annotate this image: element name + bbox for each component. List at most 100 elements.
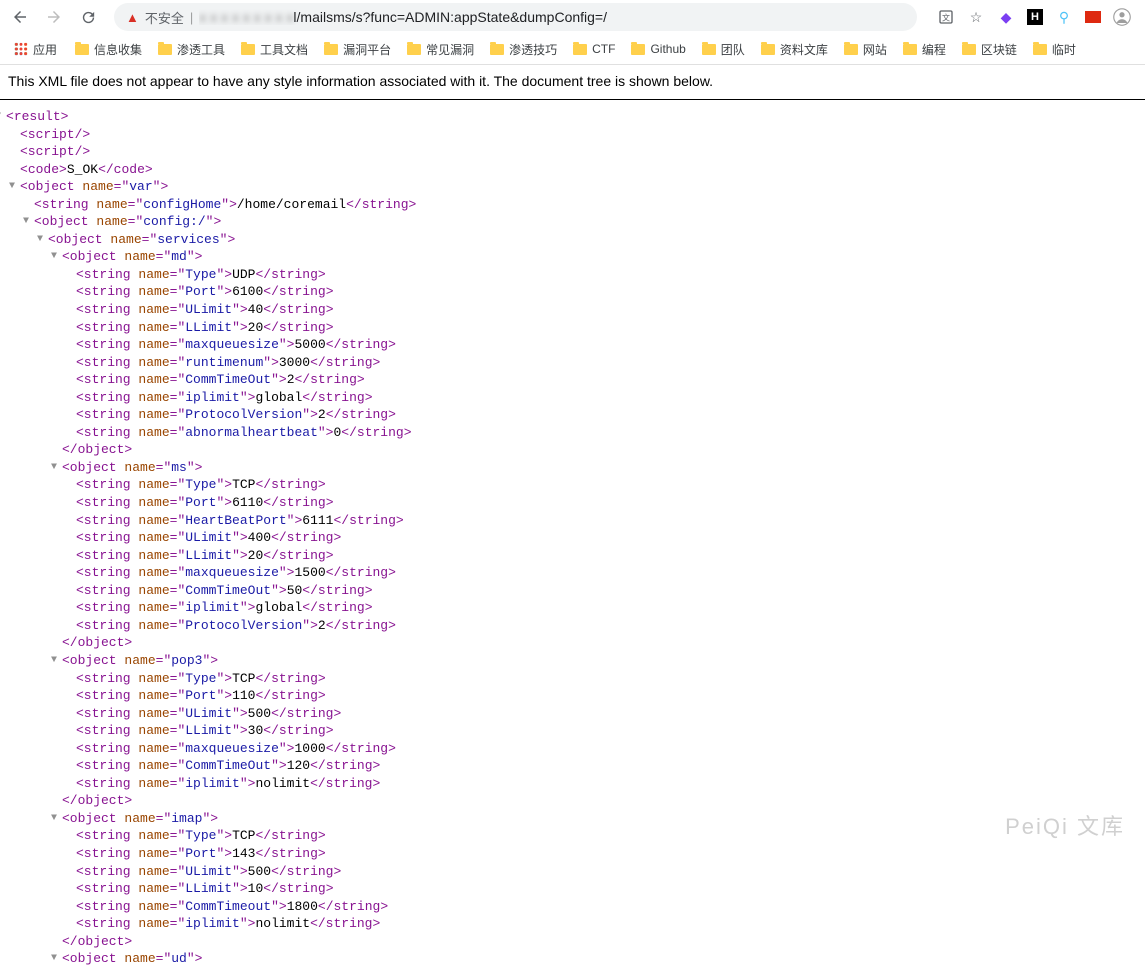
bookmark-folder[interactable]: 工具文档 bbox=[233, 37, 316, 62]
toggle-icon[interactable]: ▼ bbox=[0, 110, 1, 124]
bookmark-label: CTF bbox=[592, 42, 615, 56]
xml-string: <string name="CommTimeout">1800</string> bbox=[76, 898, 1145, 916]
xml-string: <string name="LLimit">20</string> bbox=[76, 547, 1145, 565]
xml-string: <string name="CommTimeOut">2</string> bbox=[76, 371, 1145, 389]
folder-icon bbox=[903, 44, 917, 55]
xml-string: <string name="iplimit">global</string> bbox=[76, 389, 1145, 407]
xml-string: <string name="Port">110</string> bbox=[76, 687, 1145, 705]
xml-object: ▼<object name="imap"><string name="Type"… bbox=[62, 810, 1145, 950]
xml-string: <string name="Type">TCP</string> bbox=[76, 476, 1145, 494]
bookmark-folder[interactable]: 临时 bbox=[1025, 37, 1084, 62]
bookmark-folder[interactable]: CTF bbox=[565, 37, 623, 62]
xml-object: ▼<object name="ud"> bbox=[62, 950, 1145, 968]
apps-icon bbox=[14, 42, 28, 56]
avatar-icon[interactable] bbox=[1113, 8, 1131, 26]
xml-string: <string name="iplimit">nolimit</string> bbox=[76, 775, 1145, 793]
xml-notice: This XML file does not appear to have an… bbox=[0, 65, 1145, 100]
bookmark-label: 渗透工具 bbox=[177, 41, 225, 58]
watermark: PeiQi 文库 bbox=[1005, 809, 1125, 841]
toggle-icon[interactable]: ▼ bbox=[9, 180, 15, 194]
bookmark-folder[interactable]: 区块链 bbox=[954, 37, 1025, 62]
ext-purple-icon[interactable]: ◆ bbox=[997, 8, 1015, 26]
xml-string: <string name="iplimit">global</string> bbox=[76, 599, 1145, 617]
folder-icon bbox=[324, 44, 338, 55]
xml-string: <string name="maxqueuesize">1500</string… bbox=[76, 564, 1145, 582]
xml-string: <string name="runtimenum">3000</string> bbox=[76, 354, 1145, 372]
bookmark-label: Github bbox=[650, 42, 685, 56]
bookmark-label: 团队 bbox=[721, 41, 745, 58]
toggle-icon[interactable]: ▼ bbox=[51, 461, 57, 475]
xml-string: <string name="Type">TCP</string> bbox=[76, 827, 1145, 845]
apps-button[interactable]: 应用 bbox=[6, 37, 65, 62]
folder-icon bbox=[631, 44, 645, 55]
bookmark-folder[interactable]: 渗透技巧 bbox=[482, 37, 565, 62]
ext-key-icon[interactable]: ⚲ bbox=[1055, 8, 1073, 26]
xml-string: <string name="LLimit">20</string> bbox=[76, 319, 1145, 337]
xml-string: <string name="maxqueuesize">5000</string… bbox=[76, 336, 1145, 354]
extension-icons: 文 ☆ ◆ H ⚲ bbox=[929, 8, 1139, 26]
folder-icon bbox=[573, 44, 587, 55]
bookmark-label: 网站 bbox=[863, 41, 887, 58]
url-text: x x x x x x x x xl/mailsms/s?func=ADMIN:… bbox=[199, 9, 607, 25]
ext-flag-icon[interactable] bbox=[1085, 11, 1101, 23]
folder-icon bbox=[241, 44, 255, 55]
bookmark-label: 信息收集 bbox=[94, 41, 142, 58]
toggle-icon[interactable]: ▼ bbox=[37, 233, 43, 247]
toggle-icon[interactable]: ▼ bbox=[51, 952, 57, 966]
star-icon[interactable]: ☆ bbox=[967, 8, 985, 26]
xml-string: <string name="Type">UDP</string> bbox=[76, 266, 1145, 284]
bookmark-folder[interactable]: 网站 bbox=[836, 37, 895, 62]
xml-string: <string name="CommTimeOut">50</string> bbox=[76, 582, 1145, 600]
bookmark-folder[interactable]: 常见漏洞 bbox=[399, 37, 482, 62]
nav-bar: ▲ 不安全 | x x x x x x x x xl/mailsms/s?fun… bbox=[0, 0, 1145, 34]
browser-chrome: ▲ 不安全 | x x x x x x x x xl/mailsms/s?fun… bbox=[0, 0, 1145, 65]
xml-string: <string name="LLimit">10</string> bbox=[76, 880, 1145, 898]
xml-string: <string name="HeartBeatPort">6111</strin… bbox=[76, 512, 1145, 530]
folder-icon bbox=[407, 44, 421, 55]
bookmark-label: 临时 bbox=[1052, 41, 1076, 58]
xml-string: <string name="abnormalheartbeat">0</stri… bbox=[76, 424, 1145, 442]
ext-h-icon[interactable]: H bbox=[1027, 9, 1043, 25]
xml-string: <string name="ProtocolVersion">2</string… bbox=[76, 406, 1145, 424]
bookmark-bar: 应用 信息收集 渗透工具 工具文档漏洞平台常见漏洞 渗透技巧 CTF Github 团队 资料… bbox=[0, 34, 1145, 64]
bookmark-folder[interactable]: 漏洞平台 bbox=[316, 37, 399, 62]
toggle-icon[interactable]: ▼ bbox=[51, 250, 57, 264]
warning-icon: ▲ bbox=[126, 10, 139, 25]
translate-icon[interactable]: 文 bbox=[937, 8, 955, 26]
forward-button[interactable] bbox=[40, 3, 68, 31]
reload-button[interactable] bbox=[74, 3, 102, 31]
folder-icon bbox=[702, 44, 716, 55]
xml-string: <string name="ULimit">500</string> bbox=[76, 705, 1145, 723]
toggle-icon[interactable]: ▼ bbox=[23, 215, 29, 229]
bookmark-folder[interactable]: 资料文库 bbox=[753, 37, 836, 62]
back-button[interactable] bbox=[6, 3, 34, 31]
bookmark-folder[interactable]: 信息收集 bbox=[67, 37, 150, 62]
xml-string: <string name="Port">143</string> bbox=[76, 845, 1145, 863]
folder-icon bbox=[844, 44, 858, 55]
bookmark-folder[interactable]: Github bbox=[623, 37, 693, 62]
xml-object: ▼<object name="pop3"><string name="Type"… bbox=[62, 652, 1145, 810]
xml-string: <string name="LLimit">30</string> bbox=[76, 722, 1145, 740]
folder-icon bbox=[761, 44, 775, 55]
bookmark-folder[interactable]: 渗透工具 bbox=[150, 37, 233, 62]
xml-string: <string name="Type">TCP</string> bbox=[76, 670, 1145, 688]
bookmark-label: 渗透技巧 bbox=[509, 41, 557, 58]
toggle-icon[interactable]: ▼ bbox=[51, 812, 57, 826]
bookmark-folder[interactable]: 团队 bbox=[694, 37, 753, 62]
xml-string: <string name="Port">6110</string> bbox=[76, 494, 1145, 512]
bookmark-label: 工具文档 bbox=[260, 41, 308, 58]
xml-string: <string name="iplimit">nolimit</string> bbox=[76, 915, 1145, 933]
xml-string: <string name="ProtocolVersion">2</string… bbox=[76, 617, 1145, 635]
bookmark-label: 区块链 bbox=[981, 41, 1017, 58]
bookmark-folder[interactable]: 编程 bbox=[895, 37, 954, 62]
xml-string: <string name="ULimit">40</string> bbox=[76, 301, 1145, 319]
folder-icon bbox=[75, 44, 89, 55]
folder-icon bbox=[490, 44, 504, 55]
toggle-icon[interactable]: ▼ bbox=[51, 654, 57, 668]
xml-object: ▼<object name="md"><string name="Type">U… bbox=[62, 248, 1145, 459]
svg-text:文: 文 bbox=[942, 12, 950, 22]
bookmark-label: 资料文库 bbox=[780, 41, 828, 58]
xml-string: <string name="ULimit">500</string> bbox=[76, 863, 1145, 881]
folder-icon bbox=[962, 44, 976, 55]
address-bar[interactable]: ▲ 不安全 | x x x x x x x x xl/mailsms/s?fun… bbox=[114, 3, 917, 31]
